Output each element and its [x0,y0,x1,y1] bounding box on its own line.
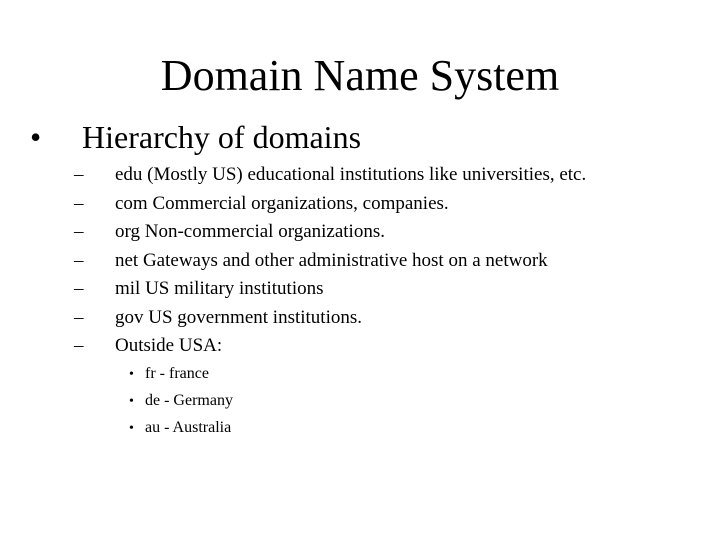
list-item-text: com Commercial organizations, companies. [115,192,449,214]
country-item: • au - Australia [129,415,233,442]
bullet-icon: • [129,367,134,382]
list-item: – edu (Mostly US) educational institution… [74,161,586,190]
list-item: – Outside USA: [74,332,586,361]
dash-icon: – [74,278,84,299]
list-item-text: edu (Mostly US) educational institutions… [115,164,587,185]
dash-icon: – [74,335,84,356]
country-item: • de - Germany [129,388,233,415]
dash-icon: – [74,192,84,214]
list-item-text: mil US military institutions [115,278,324,299]
main-bullet-text: Hierarchy of domains [82,119,362,155]
list-item-text: net Gateways and other administrative ho… [115,249,548,271]
country-item: • fr - france [129,361,233,388]
list-item: – com Commercial organizations, companies… [74,190,586,219]
bullet-icon: • [129,394,134,409]
bullet-icon: • [129,421,134,436]
list-item-text: gov US government institutions. [115,306,362,328]
country-list: • fr - france • de - Germany • au - Austral… [129,361,233,442]
slide-title: Domain Name System [160,51,560,100]
country-item-text: de - Germany [145,392,233,409]
list-item-text: Outside USA: [115,335,223,356]
country-item-text: fr - france [145,365,209,382]
list-item: – net Gateways and other administrative h… [74,247,586,276]
dash-icon: – [74,249,84,271]
list-item: – mil US military institutions [74,275,586,304]
main-bullet: • Hierarchy of domains [30,117,361,157]
list-item: – org Non-commercial organizations. [74,218,586,247]
dash-icon: – [74,306,84,328]
domain-list: – edu (Mostly US) educational institution… [74,161,586,361]
bullet-icon: • [30,119,42,155]
dash-icon: – [74,164,84,185]
dash-icon: – [74,221,84,242]
list-item-text: org Non-commercial organizations. [115,221,385,242]
list-item: – gov US government institutions. [74,304,586,333]
country-item-text: au - Australia [145,419,232,436]
